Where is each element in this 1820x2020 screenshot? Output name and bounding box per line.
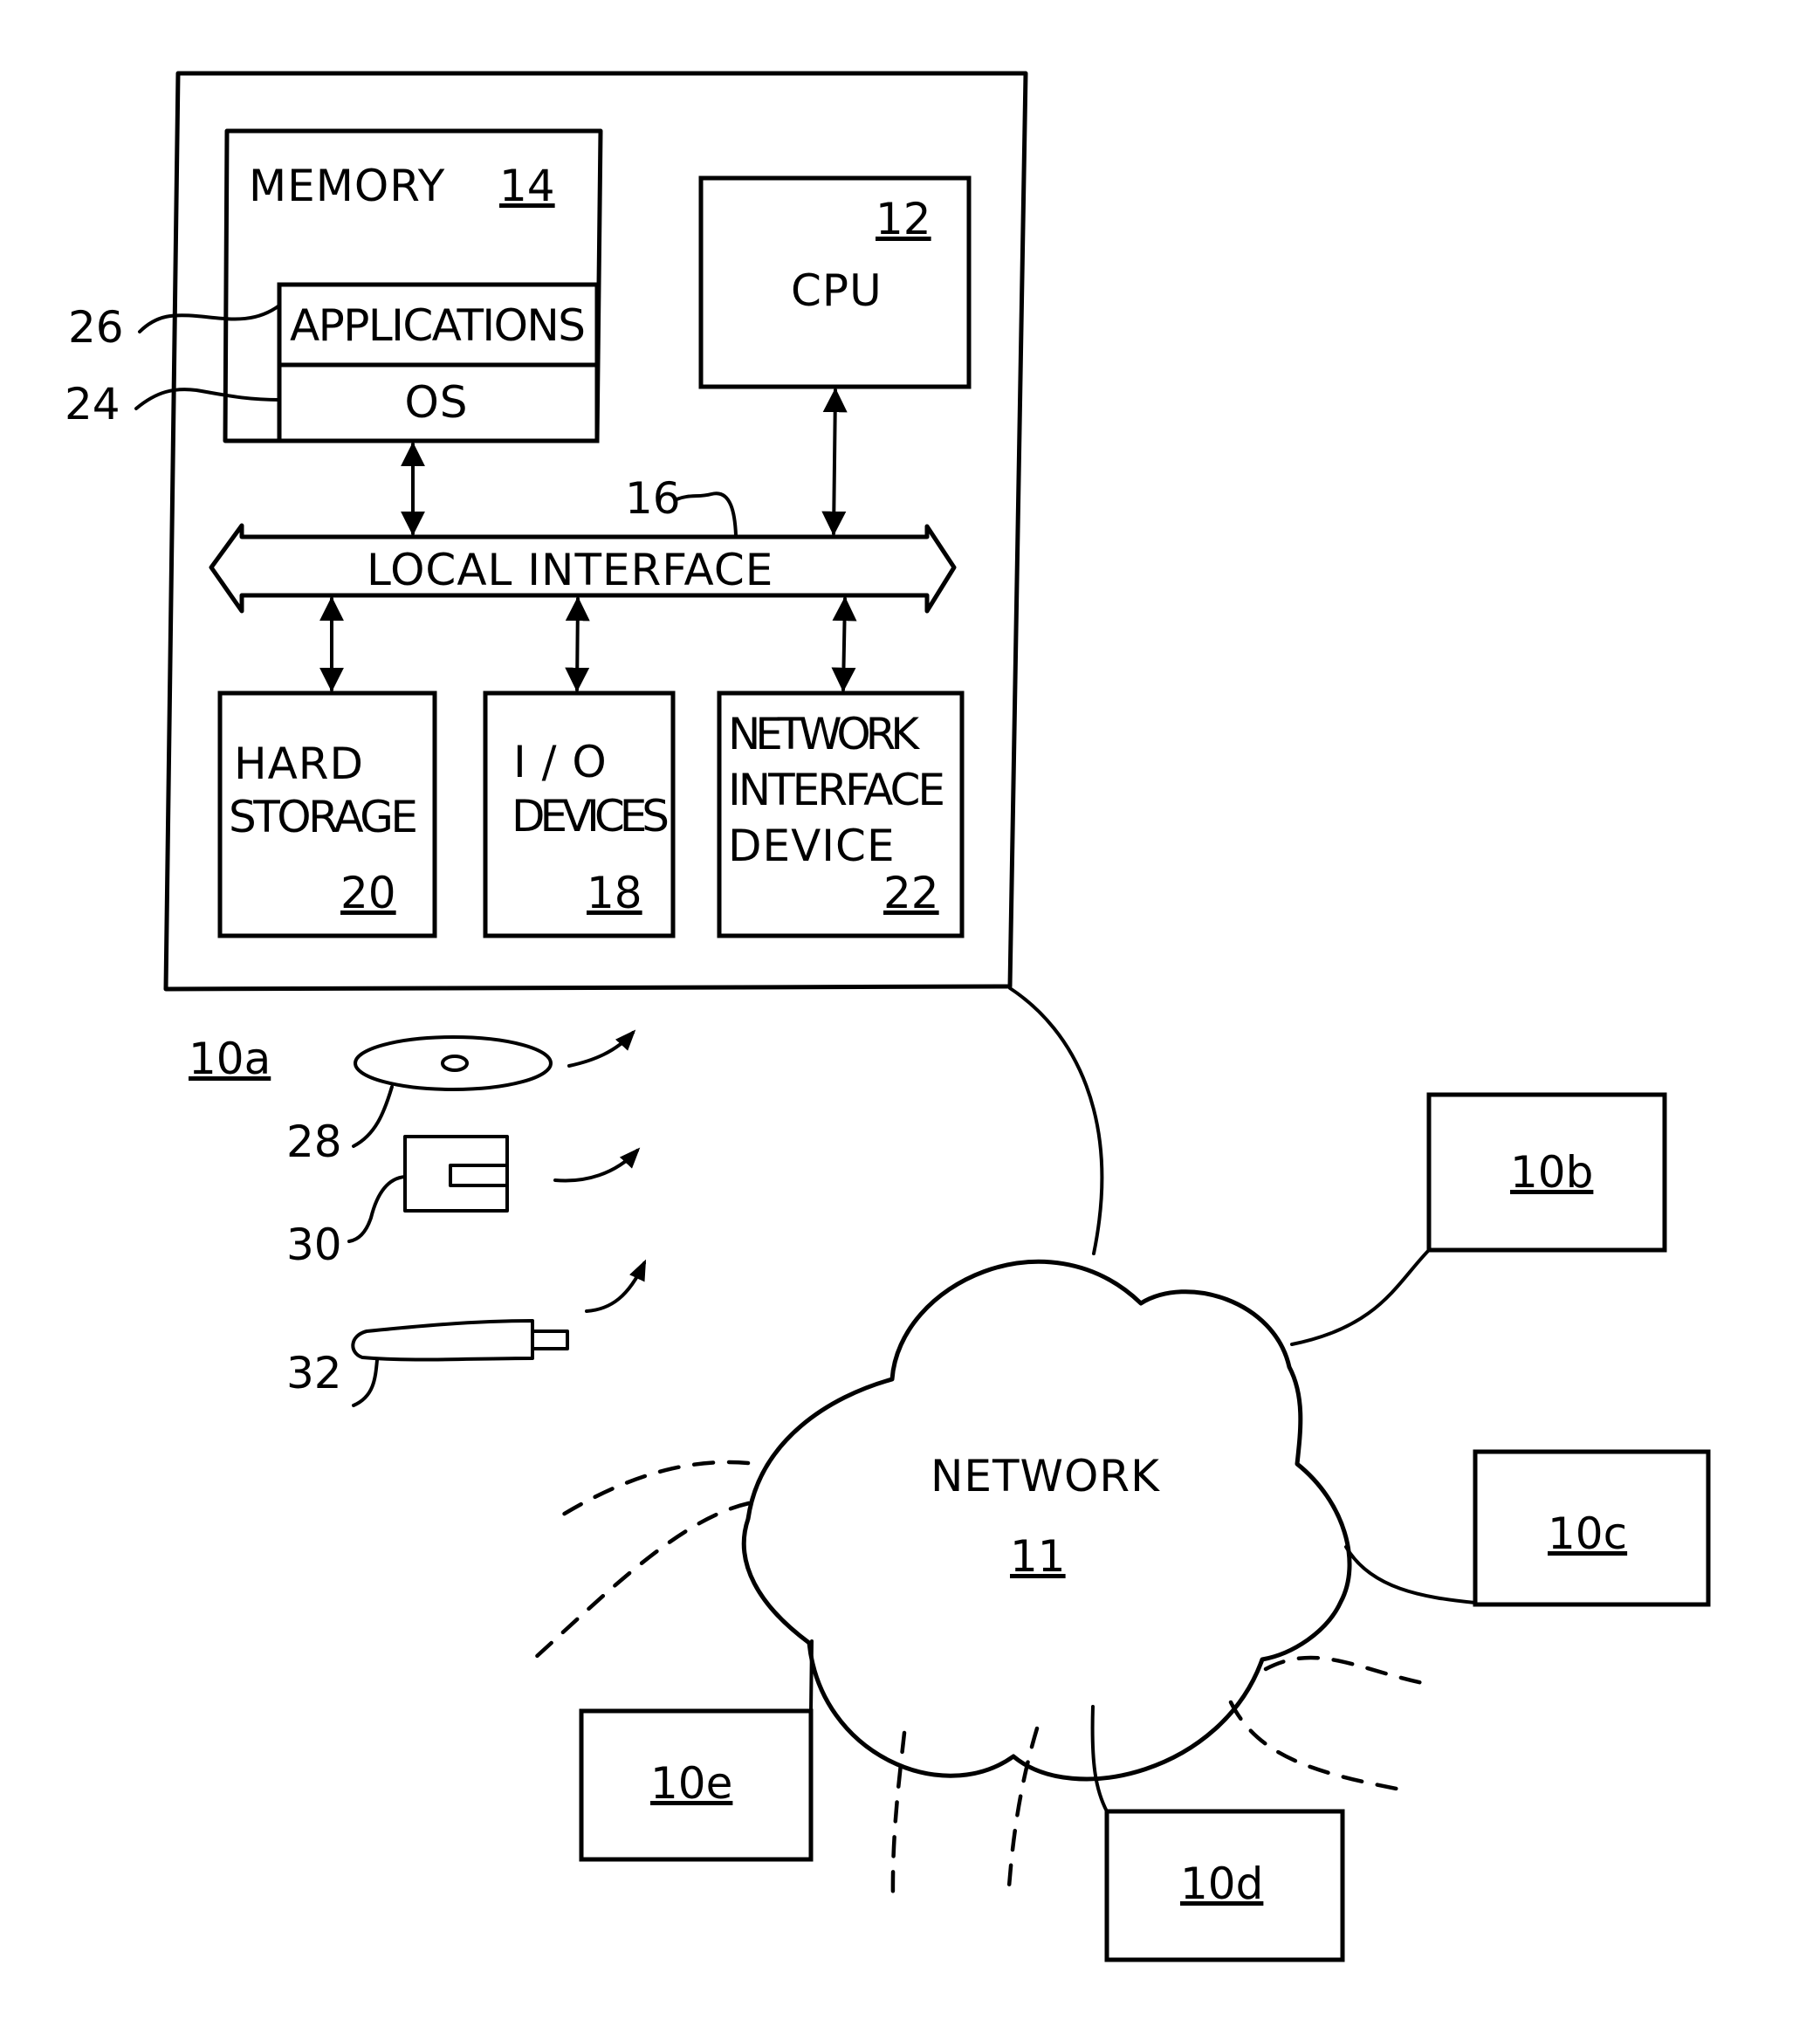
optical-disc: 28 xyxy=(286,1029,636,1167)
os-leader-line xyxy=(134,388,281,410)
io-devices-label-line1: I / O xyxy=(513,737,608,787)
network-ref: 11 xyxy=(1010,1531,1066,1582)
io-devices-ref: 18 xyxy=(587,868,642,918)
cpu-label: CPU xyxy=(791,265,883,316)
computer-10c-ref: 10c xyxy=(1548,1508,1627,1559)
io-devices-block: I / O DEVICES 18 xyxy=(483,691,676,938)
local-interface-leader-line xyxy=(675,491,738,537)
applications-block: APPLICATIONS xyxy=(277,282,600,368)
disc-ref: 28 xyxy=(286,1116,342,1167)
network-label: NETWORK xyxy=(931,1451,1160,1501)
remote-computer-10e: 10e xyxy=(579,1639,814,1862)
hard-storage-label-line1: HARD xyxy=(234,739,364,789)
disc-leader-line xyxy=(352,1085,394,1148)
usb-transfer-arrow xyxy=(585,1259,647,1313)
dashed-link-right-upper xyxy=(1263,1655,1434,1687)
dashed-link-left-lower xyxy=(532,1501,752,1661)
cloud-outline xyxy=(741,1259,1352,1782)
usb-leader-line xyxy=(352,1358,379,1407)
os-label: OS xyxy=(404,377,468,428)
nid-label-line2: INTERFACE xyxy=(728,765,946,815)
nid-ref: 22 xyxy=(883,868,939,918)
computer-10b-ref: 10b xyxy=(1510,1147,1593,1198)
nid-label-line3: DEVICE xyxy=(728,821,896,871)
applications-label: APPLICATIONS xyxy=(290,300,587,351)
io-bus-arrow xyxy=(565,596,590,692)
cpu-ref: 12 xyxy=(876,194,931,244)
computer-10a-ref: 10a xyxy=(189,1034,271,1084)
memory-card-ref: 30 xyxy=(286,1220,342,1270)
usb-drive-icon xyxy=(351,1319,534,1362)
applications-ref: 26 xyxy=(68,302,124,353)
applications-leader-line xyxy=(138,304,281,333)
link-10a-network xyxy=(1008,986,1104,1255)
hard-storage-label-line2: STORAGE xyxy=(229,792,419,842)
local-interface-bus: LOCAL INTERFACE 16 xyxy=(209,473,957,614)
hard-storage-ref: 20 xyxy=(340,868,396,918)
network-cloud: NETWORK 11 xyxy=(741,1259,1352,1782)
memory-card-leader-line xyxy=(347,1175,407,1243)
card-transfer-arrow xyxy=(553,1147,641,1183)
os-ref: 24 xyxy=(65,379,120,429)
link-10d-network xyxy=(1090,1705,1109,1813)
dashed-link-bottom-mid xyxy=(1006,1726,1040,1901)
local-interface-label: LOCAL INTERFACE xyxy=(367,545,773,595)
link-10c-network xyxy=(1344,1545,1477,1604)
memory-card-contact xyxy=(449,1164,509,1187)
disc-hole xyxy=(441,1055,469,1072)
memory-label: MEMORY xyxy=(249,161,445,211)
disc-icon xyxy=(354,1035,553,1091)
usb-plug xyxy=(531,1329,569,1350)
io-devices-label-line2: DEVICES xyxy=(512,791,670,842)
remote-computer-10b: 10b xyxy=(1290,1092,1667,1346)
nid-label-line1: NETWORK xyxy=(728,709,920,759)
memory-ref: 14 xyxy=(499,161,555,211)
usb-ref: 32 xyxy=(286,1348,342,1398)
link-10b-network xyxy=(1290,1248,1431,1346)
cpu-bus-arrow xyxy=(821,388,848,536)
computer-10e-ref: 10e xyxy=(650,1758,732,1809)
dashed-link-bottom-left xyxy=(890,1730,907,1901)
cpu-block: 12 CPU xyxy=(698,175,972,389)
os-block: OS xyxy=(277,362,600,443)
dashed-link-right-lower xyxy=(1228,1700,1404,1792)
memory-card-icon xyxy=(403,1135,509,1213)
remote-computer-10d: 10d xyxy=(1090,1705,1345,1962)
network-interface-device-block: NETWORK INTERFACE DEVICE 22 xyxy=(717,691,965,938)
disc-transfer-arrow xyxy=(567,1029,636,1068)
nid-bus-arrow xyxy=(831,596,857,692)
remote-computer-10c: 10c xyxy=(1344,1449,1711,1607)
network-computer-diagram: MEMORY 14 APPLICATIONS OS 26 24 12 CPU L… xyxy=(65,71,1711,1962)
computer-10d-ref: 10d xyxy=(1180,1859,1263,1909)
hard-storage-block: HARD STORAGE 20 xyxy=(217,691,437,938)
local-interface-ref: 16 xyxy=(625,473,681,524)
dashed-link-left-upper xyxy=(560,1460,751,1517)
usb-drive: 32 xyxy=(286,1259,647,1407)
link-10e-network xyxy=(809,1639,814,1713)
